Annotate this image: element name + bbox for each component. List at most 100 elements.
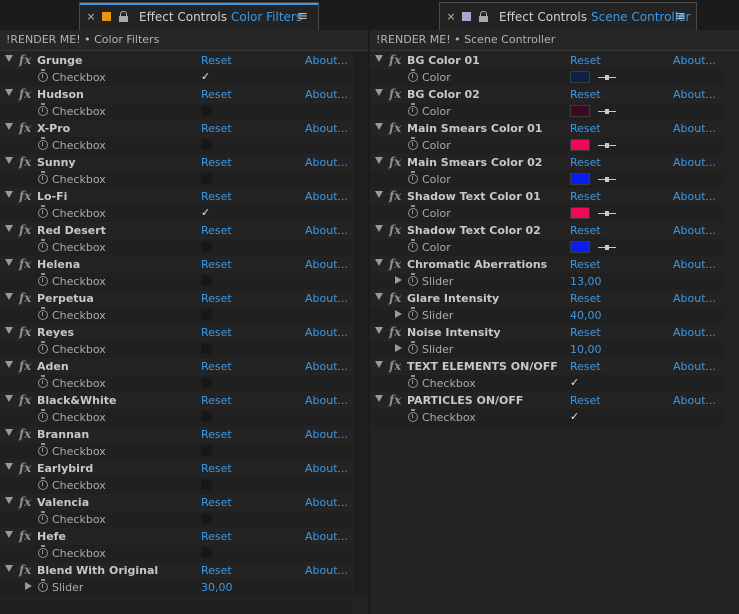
expand-triangle-icon[interactable] [375,327,383,334]
color-swatch[interactable] [570,105,590,117]
checkbox[interactable] [201,343,212,354]
effect-header-row[interactable]: fx Reyes Reset About... [0,324,352,341]
checkbox[interactable] [201,445,212,456]
about-link[interactable]: About... [305,462,348,475]
about-link[interactable]: About... [305,54,348,67]
about-link[interactable]: About... [673,360,716,373]
reset-link[interactable]: Reset [570,360,601,373]
expand-triangle-icon[interactable] [395,344,402,352]
expand-triangle-icon[interactable] [5,55,13,62]
effect-header-row[interactable]: fx Sunny Reset About... [0,154,352,171]
expand-triangle-icon[interactable] [5,225,13,232]
stopwatch-icon[interactable] [38,511,48,524]
eyedropper-icon[interactable] [598,211,616,216]
checkbox[interactable] [201,139,212,150]
stopwatch-icon[interactable] [38,171,48,184]
reset-link[interactable]: Reset [201,54,232,67]
effect-header-row[interactable]: fx Black&White Reset About... [0,392,352,409]
about-link[interactable]: About... [305,428,348,441]
reset-link[interactable]: Reset [201,360,232,373]
stopwatch-icon[interactable] [408,341,418,354]
fx-icon[interactable]: fx [389,393,401,407]
expand-triangle-icon[interactable] [375,361,383,368]
checkbox[interactable] [201,377,212,388]
checkbox-checked[interactable]: ✓ [201,206,210,219]
about-link[interactable]: About... [673,54,716,67]
stopwatch-icon[interactable] [408,273,418,286]
fx-icon[interactable]: fx [19,87,31,101]
about-link[interactable]: About... [673,88,716,101]
expand-triangle-icon[interactable] [5,293,13,300]
stopwatch-icon[interactable] [408,375,418,388]
reset-link[interactable]: Reset [201,530,232,543]
slider-value[interactable]: 10,00 [570,343,602,356]
expand-triangle-icon[interactable] [395,310,402,318]
fx-icon[interactable]: fx [19,563,31,577]
fx-icon[interactable]: fx [19,223,31,237]
reset-link[interactable]: Reset [201,156,232,169]
effect-header-row[interactable]: fx Perpetua Reset About... [0,290,352,307]
reset-link[interactable]: Reset [201,224,232,237]
effect-header-row[interactable]: fx Brannan Reset About... [0,426,352,443]
stopwatch-icon[interactable] [408,307,418,320]
lock-icon[interactable] [117,11,131,22]
expand-triangle-icon[interactable] [5,429,13,436]
fx-icon[interactable]: fx [19,325,31,339]
about-link[interactable]: About... [673,122,716,135]
reset-link[interactable]: Reset [570,156,601,169]
fx-icon[interactable]: fx [389,155,401,169]
fx-icon[interactable]: fx [389,53,401,67]
lock-icon[interactable] [477,11,491,22]
reset-link[interactable]: Reset [570,190,601,203]
expand-triangle-icon[interactable] [5,191,13,198]
effect-header-row[interactable]: fx Shadow Text Color 01 Reset About... [370,188,723,205]
about-link[interactable]: About... [673,292,716,305]
about-link[interactable]: About... [305,360,348,373]
effect-header-row[interactable]: fx Helena Reset About... [0,256,352,273]
effect-header-row[interactable]: fx Earlybird Reset About... [0,460,352,477]
reset-link[interactable]: Reset [201,496,232,509]
slider-value[interactable]: 13,00 [570,275,602,288]
about-link[interactable]: About... [305,258,348,271]
expand-triangle-icon[interactable] [375,89,383,96]
reset-link[interactable]: Reset [201,428,232,441]
color-swatch[interactable] [570,71,590,83]
effect-header-row[interactable]: fx Main Smears Color 02 Reset About... [370,154,723,171]
eyedropper-icon[interactable] [598,75,616,80]
fx-icon[interactable]: fx [389,359,401,373]
fx-icon[interactable]: fx [19,155,31,169]
checkbox-checked[interactable]: ✓ [570,376,579,389]
about-link[interactable]: About... [673,258,716,271]
effect-header-row[interactable]: fx Red Desert Reset About... [0,222,352,239]
about-link[interactable]: About... [305,122,348,135]
panel-menu-icon[interactable]: ≡ [675,9,686,24]
expand-triangle-icon[interactable] [375,55,383,62]
stopwatch-icon[interactable] [38,69,48,82]
reset-link[interactable]: Reset [201,190,232,203]
checkbox[interactable] [201,105,212,116]
stopwatch-icon[interactable] [408,137,418,150]
fx-icon[interactable]: fx [389,189,401,203]
about-link[interactable]: About... [305,530,348,543]
fx-icon[interactable]: fx [389,325,401,339]
stopwatch-icon[interactable] [408,409,418,422]
checkbox[interactable] [201,309,212,320]
reset-link[interactable]: Reset [201,258,232,271]
expand-triangle-icon[interactable] [375,395,383,402]
effect-header-row[interactable]: fx BG Color 01 Reset About... [370,52,723,69]
stopwatch-icon[interactable] [408,205,418,218]
expand-triangle-icon[interactable] [5,395,13,402]
stopwatch-icon[interactable] [408,171,418,184]
effect-header-row[interactable]: fx Noise Intensity Reset About... [370,324,723,341]
expand-triangle-icon[interactable] [375,293,383,300]
stopwatch-icon[interactable] [38,307,48,320]
reset-link[interactable]: Reset [570,88,601,101]
about-link[interactable]: About... [305,156,348,169]
effect-header-row[interactable]: fx Hudson Reset About... [0,86,352,103]
expand-triangle-icon[interactable] [5,497,13,504]
effect-header-row[interactable]: fx Chromatic Aberrations Reset About... [370,256,723,273]
effect-header-row[interactable]: fx BG Color 02 Reset About... [370,86,723,103]
about-link[interactable]: About... [305,190,348,203]
stopwatch-icon[interactable] [38,477,48,490]
reset-link[interactable]: Reset [570,258,601,271]
